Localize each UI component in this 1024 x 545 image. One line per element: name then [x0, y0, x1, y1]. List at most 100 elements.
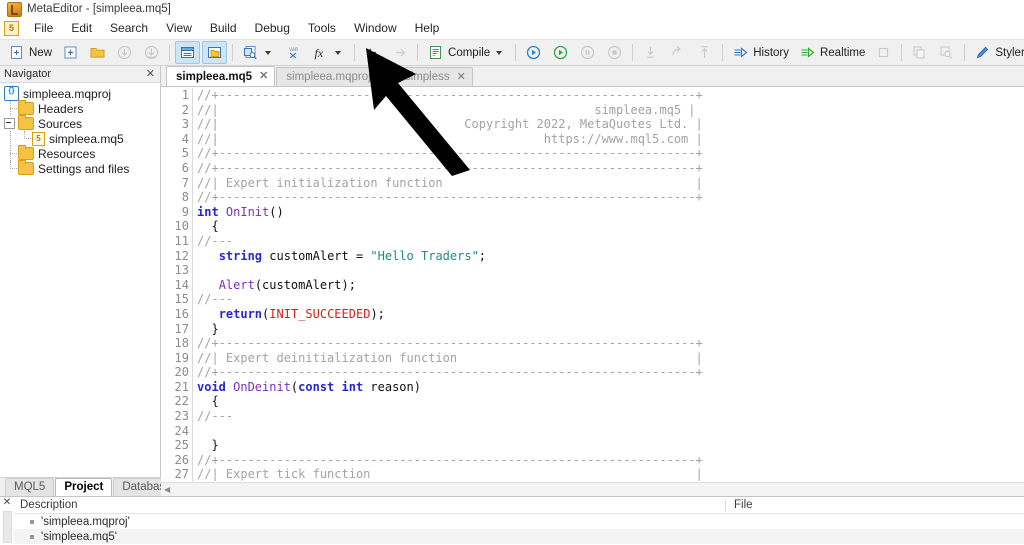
new-file-button[interactable]: New — [4, 41, 56, 64]
metaeditor-icon — [7, 2, 22, 17]
menu-tools[interactable]: Tools — [299, 19, 345, 37]
code-line: 10 { — [161, 219, 1024, 234]
tree-item-simpleea-mq5[interactable]: 5 simpleea.mq5 — [2, 131, 160, 146]
forward-arrow-icon — [391, 44, 408, 61]
step-into-button[interactable] — [638, 41, 663, 64]
code-line: 5//+------------------------------------… — [161, 146, 1024, 161]
debug-play-button[interactable] — [548, 41, 573, 64]
compile-label: Compile — [448, 47, 490, 59]
menu-edit[interactable]: Edit — [62, 19, 101, 37]
line-content: //--- — [193, 292, 233, 307]
folder-icon — [18, 162, 34, 175]
table-row[interactable]: 'simpleea.mq5' — [14, 529, 1024, 544]
open-folder-icon — [89, 44, 106, 61]
nav-tab-mql5[interactable]: MQL5 — [5, 478, 54, 496]
line-number: 12 — [161, 249, 193, 264]
pause-button[interactable] — [575, 41, 600, 64]
debug-history-button[interactable] — [521, 41, 546, 64]
tree-item-headers[interactable]: Headers — [2, 101, 160, 116]
column-header-description[interactable]: Description — [14, 499, 725, 511]
tree-connector — [18, 131, 32, 146]
compile-button[interactable]: Compile — [423, 41, 510, 64]
code-line: 18//+-----------------------------------… — [161, 336, 1024, 351]
add-button[interactable] — [58, 41, 83, 64]
compile-dropdown-caret-icon[interactable] — [496, 51, 502, 55]
tree-connector — [4, 101, 18, 116]
editor-tab-simpleea-mq5[interactable]: simpleea.mq5 ✕ — [166, 66, 275, 86]
styler-button[interactable]: Styler — [970, 41, 1024, 64]
menu-window[interactable]: Window — [345, 19, 406, 37]
find-dropdown-caret-icon[interactable] — [265, 51, 271, 55]
editor-tab-close-icon[interactable]: ✕ — [378, 72, 387, 83]
tree-item-project[interactable]: simpleea.mqproj — [2, 86, 160, 101]
table-row[interactable]: 'simpleea.mqproj' — [14, 514, 1024, 529]
editor-horizontal-scrollbar[interactable]: ◀ — [161, 482, 1024, 496]
copy-profile-button[interactable] — [907, 41, 932, 64]
navigator-close-icon[interactable]: ✕ — [144, 69, 157, 80]
line-content: } — [193, 438, 219, 453]
editor-tab-simpless[interactable]: simpless ✕ — [395, 67, 473, 86]
save-all-button[interactable] — [139, 41, 164, 64]
breakpoint-button[interactable] — [871, 41, 896, 64]
line-number: 16 — [161, 307, 193, 322]
tree-item-settings-and-files[interactable]: Settings and files — [2, 161, 160, 176]
line-number: 23 — [161, 409, 193, 424]
bottom-panel-close-icon[interactable]: ✕ — [3, 498, 11, 508]
column-header-file[interactable]: File — [725, 499, 1024, 511]
search-profile-button[interactable] — [934, 41, 959, 64]
tree-connector — [4, 146, 18, 161]
menu-search[interactable]: Search — [101, 19, 157, 37]
project-icon — [4, 86, 19, 101]
stop-button[interactable] — [602, 41, 627, 64]
toggle-navigator-button[interactable] — [202, 41, 227, 64]
line-content: { — [193, 394, 219, 409]
editor-area: simpleea.mq5 ✕ simpleea.mqproj ✕ simples… — [161, 66, 1024, 496]
toolbar-separator — [632, 44, 633, 61]
line-number: 3 — [161, 117, 193, 132]
function-list-button[interactable]: fx — [308, 41, 349, 64]
open-folder-button[interactable] — [85, 41, 110, 64]
scroll-left-arrow-icon[interactable]: ◀ — [164, 486, 170, 494]
history-button[interactable]: History — [728, 41, 793, 64]
navigate-back-button[interactable] — [360, 41, 385, 64]
step-out-button[interactable] — [692, 41, 717, 64]
save-button[interactable] — [112, 41, 137, 64]
line-number: 20 — [161, 365, 193, 380]
code-line: 27//| Expert tick function | — [161, 467, 1024, 482]
line-content: //+-------------------------------------… — [193, 161, 703, 176]
row-description: 'simpleea.mqproj' — [41, 516, 130, 528]
editor-tab-close-icon[interactable]: ✕ — [457, 72, 466, 83]
toggle-panel-button[interactable] — [175, 41, 200, 64]
add-icon — [62, 44, 79, 61]
menu-help[interactable]: Help — [406, 19, 449, 37]
bottom-panel-rail[interactable] — [3, 511, 12, 543]
line-number: 10 — [161, 219, 193, 234]
goto-line-button[interactable]: VAR — [281, 41, 306, 64]
menu-file[interactable]: File — [25, 19, 62, 37]
code-line: 1//+------------------------------------… — [161, 88, 1024, 103]
step-over-button[interactable] — [665, 41, 690, 64]
find-in-files-button[interactable] — [238, 41, 279, 64]
line-content: //+-------------------------------------… — [193, 453, 703, 468]
mq5-file-icon: 5 — [32, 132, 45, 146]
line-number: 25 — [161, 438, 193, 453]
toolbar-separator — [417, 44, 418, 61]
svg-text:fx: fx — [315, 46, 324, 60]
realtime-button[interactable]: Realtime — [795, 41, 869, 64]
code-editor[interactable]: 1//+------------------------------------… — [161, 87, 1024, 482]
function-dropdown-caret-icon[interactable] — [335, 51, 341, 55]
tree-expander-icon[interactable] — [4, 118, 15, 129]
editor-tab-close-icon[interactable]: ✕ — [259, 71, 268, 82]
save-icon — [116, 44, 133, 61]
realtime-icon — [799, 44, 816, 61]
menu-debug[interactable]: Debug — [246, 19, 299, 37]
menu-build[interactable]: Build — [201, 19, 246, 37]
line-number: 22 — [161, 394, 193, 409]
menu-view[interactable]: View — [157, 19, 201, 37]
function-icon: fx — [312, 44, 329, 61]
navigate-forward-button[interactable] — [387, 41, 412, 64]
nav-tab-project[interactable]: Project — [55, 478, 112, 496]
tree-item-resources[interactable]: Resources — [2, 146, 160, 161]
tree-item-sources[interactable]: Sources — [2, 116, 160, 131]
editor-tab-simpleea-mqproj[interactable]: simpleea.mqproj ✕ — [276, 67, 394, 86]
